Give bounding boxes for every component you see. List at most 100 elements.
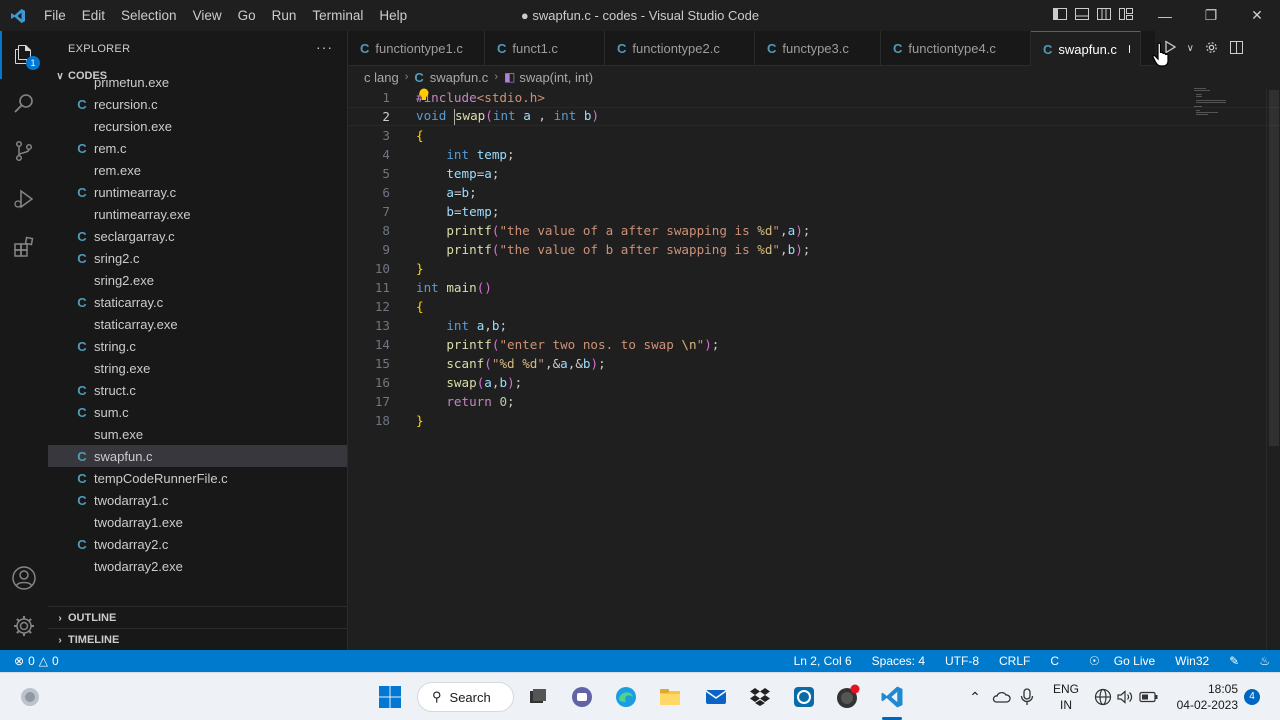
code-line[interactable]: 5 temp=a; (348, 164, 1280, 183)
microphone-icon[interactable] (1012, 681, 1042, 713)
file-item[interactable]: Crecursion.c (48, 93, 347, 115)
breadcrumb-symbol[interactable]: swap(int, int) (519, 70, 593, 85)
file-item[interactable]: recursion.exe (48, 115, 347, 137)
file-item[interactable]: CtempCodeRunnerFile.c (48, 467, 347, 489)
file-item[interactable]: Cruntimearray.c (48, 181, 347, 203)
mail-icon[interactable] (700, 681, 732, 713)
tab-functiontype1[interactable]: Cfunctiontype1.c (348, 31, 485, 66)
file-item[interactable]: Cswapfun.c (48, 445, 347, 467)
code-line[interactable]: 7 b=temp; (348, 202, 1280, 221)
code-line[interactable]: 17 return 0; (348, 392, 1280, 411)
code-line[interactable]: 11 int main() (348, 278, 1280, 297)
notifications-bell-icon[interactable]: ♨ (1249, 654, 1280, 668)
file-item[interactable]: rem.exe (48, 159, 347, 181)
scrollbar-thumb[interactable] (1269, 90, 1279, 446)
indentation[interactable]: Spaces: 4 (862, 654, 935, 668)
feedback-icon[interactable]: ✎ (1219, 654, 1249, 668)
minimize-icon[interactable]: — (1142, 0, 1188, 31)
code-line[interactable]: 16 swap(a,b); (348, 373, 1280, 392)
encoding[interactable]: UTF-8 (935, 654, 989, 668)
file-item[interactable]: sring2.exe (48, 269, 347, 291)
file-explorer-icon[interactable] (654, 681, 686, 713)
code-line[interactable]: 4 int temp; (348, 145, 1280, 164)
toggle-sidebar-icon[interactable] (1052, 6, 1068, 22)
file-item[interactable]: Cseclargarray.c (48, 225, 347, 247)
tab-funct1[interactable]: Cfunct1.c (485, 31, 605, 66)
tab-functype3[interactable]: Cfunctype3.c (755, 31, 881, 66)
menu-run[interactable]: Run (264, 8, 305, 23)
battery-icon[interactable] (1134, 681, 1164, 713)
system-clock[interactable]: 18:05 04-02-2023 (1177, 681, 1238, 713)
manage-gear-icon[interactable] (0, 602, 48, 650)
input-language[interactable]: ENG IN (1052, 681, 1080, 713)
tab-swapfun[interactable]: Cswapfun.c (1031, 31, 1141, 66)
file-item[interactable]: Ctwodarray1.c (48, 489, 347, 511)
code-line[interactable]: 6 a=b; (348, 183, 1280, 202)
menu-help[interactable]: Help (371, 8, 415, 23)
problems-indicator[interactable]: ⊗ 0 △ 0 (0, 654, 59, 668)
menu-terminal[interactable]: Terminal (304, 8, 371, 23)
close-icon[interactable]: ✕ (1234, 0, 1280, 31)
file-item[interactable]: runtimearray.exe (48, 203, 347, 225)
lightbulb-icon[interactable] (418, 88, 430, 102)
platform[interactable]: Win32 (1165, 654, 1219, 668)
run-debug-icon[interactable] (0, 175, 48, 223)
timeline-header[interactable]: › TIMELINE (48, 629, 347, 650)
file-item[interactable]: twodarray1.exe (48, 511, 347, 533)
notification-count-badge[interactable]: 4 (1244, 689, 1260, 705)
language-mode[interactable]: C (1040, 654, 1069, 668)
file-item[interactable]: Cstaticarray.c (48, 291, 347, 313)
code-line[interactable]: 2 void swap(int a , int b) (348, 107, 1280, 126)
file-item[interactable]: Ctwodarray2.c (48, 533, 347, 555)
vscode-taskbar-icon[interactable] (876, 681, 908, 713)
more-actions-icon[interactable]: ··· (316, 39, 333, 55)
code-line[interactable]: 8 printf("the value of a after swapping … (348, 221, 1280, 240)
file-item[interactable]: staticarray.exe (48, 313, 347, 335)
windows-start-icon[interactable] (374, 681, 406, 713)
source-control-icon[interactable] (0, 127, 48, 175)
obs-recorder-icon[interactable] (832, 681, 864, 713)
file-item[interactable]: twodarray2.exe (48, 555, 347, 577)
code-line[interactable]: 1 #include<stdio.h> (348, 88, 1280, 107)
toggle-panel-icon[interactable] (1074, 6, 1090, 22)
app-store-icon[interactable] (788, 681, 820, 713)
menu-selection[interactable]: Selection (113, 8, 185, 23)
edge-browser-icon[interactable] (610, 681, 642, 713)
restore-icon[interactable]: ❐ (1188, 0, 1234, 31)
menu-go[interactable]: Go (230, 8, 264, 23)
file-item[interactable]: string.exe (48, 357, 347, 379)
unsaved-dot-icon[interactable] (1128, 45, 1130, 53)
code-line[interactable]: 3{ (348, 126, 1280, 145)
menu-view[interactable]: View (185, 8, 230, 23)
breadcrumb-file[interactable]: swapfun.c (430, 70, 489, 85)
line-ending[interactable]: CRLF (989, 654, 1040, 668)
breadcrumb-folder[interactable]: c lang (364, 70, 399, 85)
explorer-icon[interactable]: 1 (0, 31, 48, 79)
customize-layout-icon[interactable] (1118, 6, 1134, 22)
run-options-chevron-icon[interactable]: ∨ (1187, 43, 1194, 54)
code-line[interactable]: 9 printf("the value of b after swapping … (348, 240, 1280, 259)
taskbar-search[interactable]: ⚲ Search (417, 682, 514, 712)
accounts-icon[interactable] (0, 554, 48, 602)
settings-gear-icon[interactable] (1204, 40, 1219, 58)
task-view-icon[interactable] (522, 681, 554, 713)
menu-edit[interactable]: Edit (74, 8, 113, 23)
go-live-button[interactable]: ☉ Go Live (1069, 654, 1165, 668)
code-line[interactable]: 18} (348, 411, 1280, 430)
split-editor-icon[interactable] (1229, 40, 1244, 58)
teams-chat-icon[interactable] (566, 681, 598, 713)
widgets-icon[interactable] (14, 681, 46, 713)
search-icon[interactable] (0, 79, 48, 127)
file-item[interactable]: primefun.exe (48, 79, 347, 93)
code-line[interactable]: 13 int a,b; (348, 316, 1280, 335)
code-line[interactable]: 15 scanf("%d %d",&a,&b); (348, 354, 1280, 373)
file-item[interactable]: sum.exe (48, 423, 347, 445)
extensions-icon[interactable] (0, 223, 48, 271)
file-item[interactable]: Cstring.c (48, 335, 347, 357)
tab-functiontype4[interactable]: Cfunctiontype4.c (881, 31, 1031, 66)
cursor-position[interactable]: Ln 2, Col 6 (784, 654, 862, 668)
file-item[interactable]: Cstruct.c (48, 379, 347, 401)
editor-scrollbar[interactable] (1266, 88, 1280, 650)
code-line[interactable]: 12 { (348, 297, 1280, 316)
menu-file[interactable]: File (36, 8, 74, 23)
